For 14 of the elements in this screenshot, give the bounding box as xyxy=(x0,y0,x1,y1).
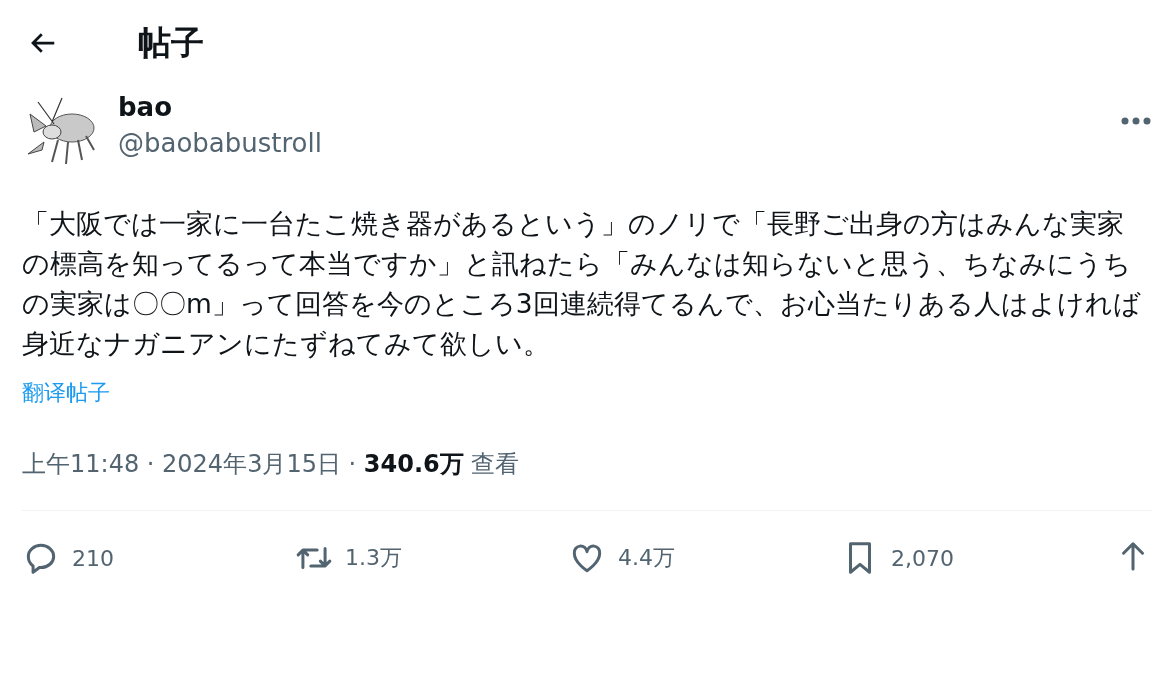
reply-button[interactable]: 210 xyxy=(22,539,142,577)
count: 4.4万 xyxy=(618,544,675,572)
count: 210 xyxy=(72,545,114,571)
more-icon[interactable] xyxy=(1120,116,1152,126)
post-text: 「大阪では一家に一台たこ焼き器があるという」のノリで「長野ご出身の方はみんな実家の標高を知ってるって本当ですか」と訊ねたら「みんなは知らないと思う、ちなみにうちの実家は〇〇m」って回答を今のところ3回連続得てるんで、お心当たりある人はよければ身近なナガニアンにたずねてみて欲しい。 xyxy=(22,207,1142,361)
like-button[interactable]: 4.4万 xyxy=(568,539,688,577)
bookmark-button[interactable]: 2,070 xyxy=(841,539,961,577)
page-title: 帖子 xyxy=(138,21,204,64)
repost-button[interactable]: 1.3万 xyxy=(295,539,415,577)
post-metadata: 上午11:48 · 2024年3月15日 · 340.6万 查看 xyxy=(22,449,521,480)
author-name[interactable]: bao xyxy=(118,92,1106,122)
count: 1.3万 xyxy=(345,544,402,572)
count: 2,070 xyxy=(891,545,954,571)
author-handle[interactable]: @baobabustroll xyxy=(118,128,1106,158)
